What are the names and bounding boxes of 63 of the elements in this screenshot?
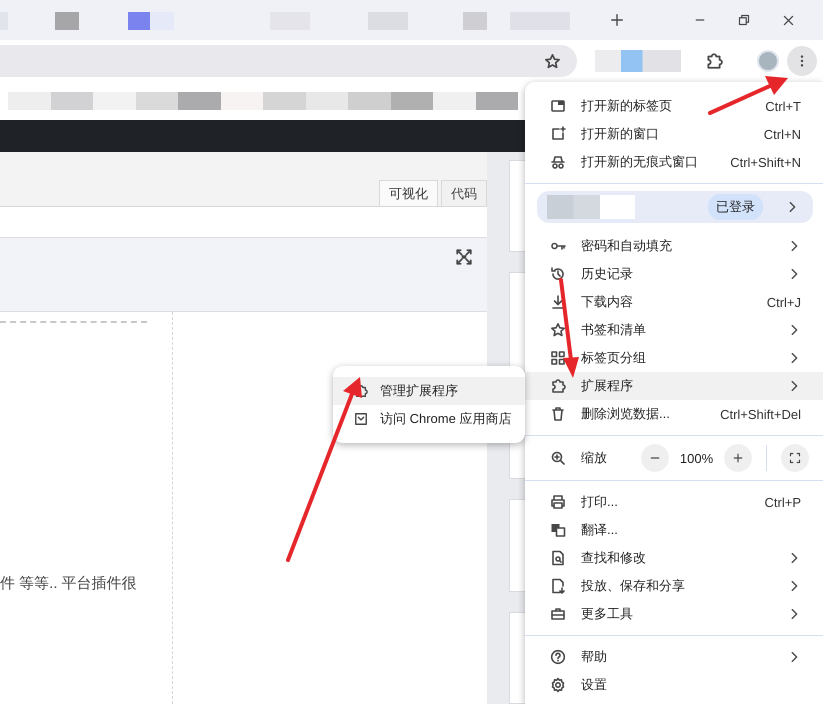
menu-item[interactable]: 帮助 (525, 643, 823, 671)
help-icon (550, 649, 566, 665)
printer-icon (550, 494, 566, 510)
toolbox-icon (550, 606, 566, 622)
menu-item[interactable]: 设置 (525, 671, 823, 699)
close-icon (782, 14, 794, 26)
plus-icon (732, 452, 744, 464)
menu-item[interactable]: 更多工具 (525, 600, 823, 628)
signed-in-badge: 已登录 (708, 194, 763, 220)
body-text: 件 等等.. 平台插件很 (0, 574, 138, 593)
new-tab-icon (550, 98, 566, 114)
star-icon (544, 52, 561, 70)
view-tab[interactable]: 可视化 (379, 180, 438, 206)
menu-item[interactable]: 书签和清单 (525, 316, 823, 344)
menu-item[interactable]: 查找和修改 (525, 544, 823, 572)
menu-item[interactable]: 扩展程序 (525, 372, 823, 400)
menu-item[interactable]: 打开新的标签页 Ctrl+T (525, 92, 823, 120)
fullscreen-icon (789, 452, 801, 464)
grid-icon (550, 350, 566, 366)
puzzle-icon (705, 52, 723, 70)
view-tab[interactable]: 代码 (441, 180, 487, 206)
shortcut-text: Ctrl+Shift+N (730, 154, 801, 170)
more-menu-button[interactable] (787, 46, 817, 76)
menu-item[interactable]: 历史记录 (525, 260, 823, 288)
submenu-item[interactable]: 管理扩展程序 (333, 377, 525, 405)
restore-icon (738, 14, 750, 26)
store-icon (354, 412, 368, 426)
star-icon (550, 322, 566, 338)
fullscreen-icon (455, 248, 473, 266)
puzzle-icon (550, 378, 566, 394)
plus-icon (610, 13, 624, 27)
translate-icon (550, 522, 566, 538)
menu-item[interactable]: 下载内容 Ctrl+J (525, 288, 823, 316)
profile-row[interactable]: 已登录 (537, 191, 813, 223)
menu-item[interactable]: 打开新的窗口 Ctrl+N (525, 120, 823, 148)
gear-icon (550, 677, 566, 693)
menu-item[interactable]: 打印... Ctrl+P (525, 488, 823, 516)
shortcut-text: Ctrl+T (765, 98, 801, 114)
menu-item[interactable]: 投放、保存和分享 (525, 572, 823, 600)
new-window-icon (550, 126, 566, 142)
find-in-page-icon (550, 550, 566, 566)
puzzle-icon (354, 384, 368, 398)
shortcut-text: Ctrl+N (764, 126, 801, 142)
menu-item[interactable]: 打开新的无痕式窗口 Ctrl+Shift+N (525, 148, 823, 176)
incognito-icon (550, 154, 566, 170)
shortcut-text: Ctrl+P (764, 494, 801, 510)
menu-item[interactable]: 密码和自动填充 (525, 232, 823, 260)
trash-icon (550, 406, 566, 422)
avatar-icon[interactable] (757, 50, 779, 72)
menu-item[interactable]: 标签页分组 (525, 344, 823, 372)
shortcut-text: Ctrl+J (766, 294, 801, 310)
menu-item[interactable]: 翻译... (525, 516, 823, 544)
zoom-level: 100% (678, 450, 714, 466)
shortcut-text: Ctrl+Shift+Del (720, 406, 801, 422)
zoom-out-button[interactable] (641, 444, 669, 472)
history-icon (550, 266, 566, 282)
zoom-in-icon (550, 450, 566, 466)
save-file-icon (550, 578, 566, 594)
zoom-label: 缩放 (581, 449, 608, 467)
submenu-item[interactable]: 访问 Chrome 应用商店 (333, 405, 525, 433)
fullscreen-button[interactable] (781, 444, 809, 472)
zoom-in-button[interactable] (724, 444, 752, 472)
menu-item[interactable]: 删除浏览数据... Ctrl+Shift+Del (525, 400, 823, 428)
